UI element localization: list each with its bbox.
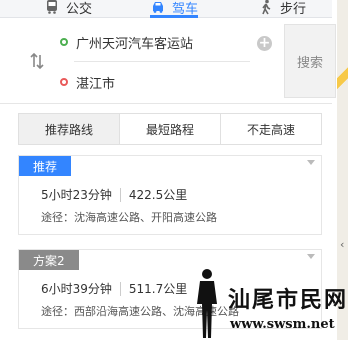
- start-point-field[interactable]: 广州天河汽车客运站: [60, 30, 250, 54]
- stats-separator: [119, 187, 121, 202]
- route-stats: 6小时39分钟 511.7公里: [41, 280, 187, 297]
- route-duration: 5小时23分钟: [41, 188, 112, 202]
- tab-shortest[interactable]: 最短路程: [120, 114, 221, 144]
- end-point-value: 湛江市: [76, 76, 116, 92]
- stats-separator: [119, 281, 121, 296]
- car-icon: [153, 2, 163, 13]
- tab-drive-label: 驾车: [172, 1, 199, 17]
- route-search-form: 广州天河汽车客运站 湛江市 + 搜索: [0, 18, 336, 104]
- end-point-field[interactable]: 湛江市: [60, 70, 250, 94]
- route-card[interactable]: 推荐 5小时23分钟 422.5公里 途径：沈海高速公路、开阳高速公路: [18, 155, 322, 235]
- person-silhouette-icon: [197, 269, 217, 338]
- field-divider: [74, 61, 250, 62]
- tab-recommended[interactable]: 推荐路线: [19, 114, 120, 144]
- start-point-value: 广州天河汽车客运站: [76, 36, 194, 52]
- route-tag: 方案2: [19, 250, 79, 270]
- route-preference-tabs: 推荐路线 最短路程 不走高速: [18, 113, 322, 145]
- route-duration: 6小时39分钟: [41, 282, 112, 296]
- route-tag: 推荐: [19, 156, 72, 176]
- end-dot-icon: [60, 78, 68, 86]
- watermark: 汕尾市民网 www.swsm.net: [188, 268, 348, 340]
- tab-drive[interactable]: 驾车: [150, 0, 199, 18]
- tab-walk-label: 步行: [280, 1, 307, 17]
- transport-mode-tabs: 公交 驾车 步行: [0, 0, 332, 18]
- watermark-brand: 汕尾市民网: [228, 287, 348, 313]
- bus-icon: [47, 0, 57, 14]
- route-distance: 511.7公里: [128, 282, 188, 296]
- tab-walk[interactable]: 步行: [258, 0, 306, 18]
- map-road: [337, 50, 348, 110]
- collapse-panel-icon[interactable]: ‹: [340, 238, 344, 251]
- watermark-url: www.swsm.net: [230, 317, 335, 332]
- expand-caret-icon[interactable]: [307, 160, 315, 165]
- walk-icon: [262, 0, 271, 15]
- tab-transit[interactable]: 公交: [44, 0, 92, 18]
- route-via: 途径：沈海高速公路、开阳高速公路: [41, 211, 217, 224]
- route-stats: 5小时23分钟 422.5公里: [41, 186, 187, 203]
- start-dot-icon: [60, 38, 68, 46]
- search-button[interactable]: 搜索: [284, 24, 336, 98]
- tab-transit-label: 公交: [66, 1, 93, 17]
- swap-icon[interactable]: [28, 52, 46, 70]
- expand-caret-icon[interactable]: [307, 254, 315, 259]
- route-distance: 422.5公里: [128, 188, 188, 202]
- add-waypoint-icon[interactable]: +: [257, 36, 272, 51]
- tab-avoid-highway[interactable]: 不走高速: [221, 114, 321, 144]
